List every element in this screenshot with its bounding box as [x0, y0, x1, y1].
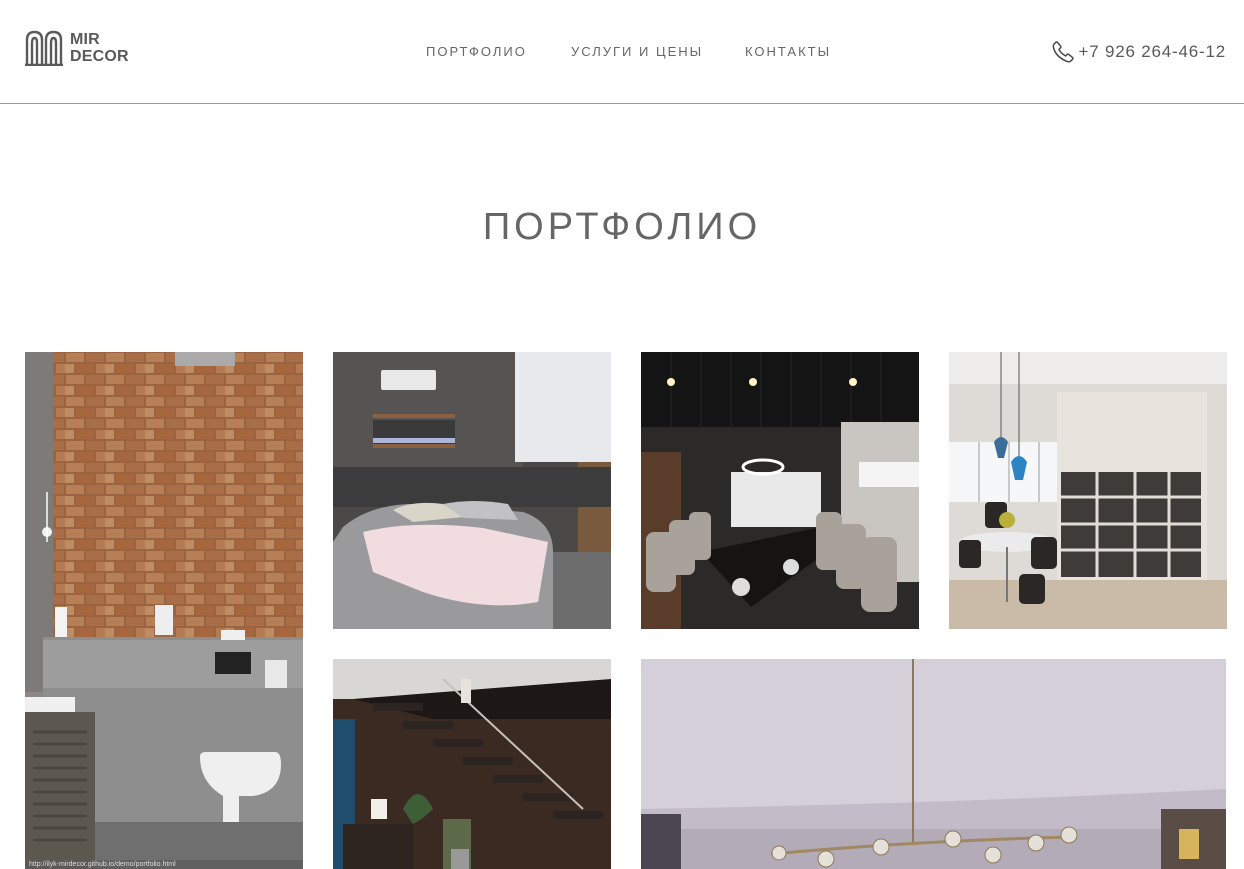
kitchen-dining-image	[949, 352, 1227, 629]
bathroom-image	[25, 352, 303, 869]
portfolio-bedroom[interactable]	[333, 352, 611, 629]
portfolio-dining-room[interactable]	[641, 352, 919, 629]
phone-number: +7 926 264-46-12	[1078, 42, 1226, 61]
portfolio-bathroom-brick-wall[interactable]: http://ilyk-mirdecor.github.io/demo/port…	[25, 352, 303, 869]
bedroom-image	[333, 352, 611, 629]
staircase-image	[333, 659, 611, 869]
page-title: ПОРТФОЛИО	[482, 206, 762, 248]
status-bar-url: http://ilyk-mirdecor.github.io/demo/port…	[25, 860, 303, 869]
portfolio-kitchen-dining[interactable]	[949, 352, 1227, 629]
portfolio-living-room-chandelier[interactable]	[641, 659, 1226, 869]
nav-portfolio[interactable]: ПОРТФОЛИО	[426, 44, 527, 59]
living-room-image	[641, 659, 1226, 869]
dining-room-image	[641, 352, 919, 629]
portfolio-staircase[interactable]	[333, 659, 611, 869]
nav-contacts[interactable]: КОНТАКТЫ	[745, 44, 831, 59]
phone-icon	[1052, 41, 1074, 63]
site-header: MIR DECOR ПОРТФОЛИО УСЛУГИ И ЦЕНЫ КОНТАК…	[0, 0, 1244, 104]
phone-link[interactable]: +7 926 264-46-12	[1051, 40, 1227, 64]
nav-services-prices[interactable]: УСЛУГИ И ЦЕНЫ	[571, 44, 703, 59]
